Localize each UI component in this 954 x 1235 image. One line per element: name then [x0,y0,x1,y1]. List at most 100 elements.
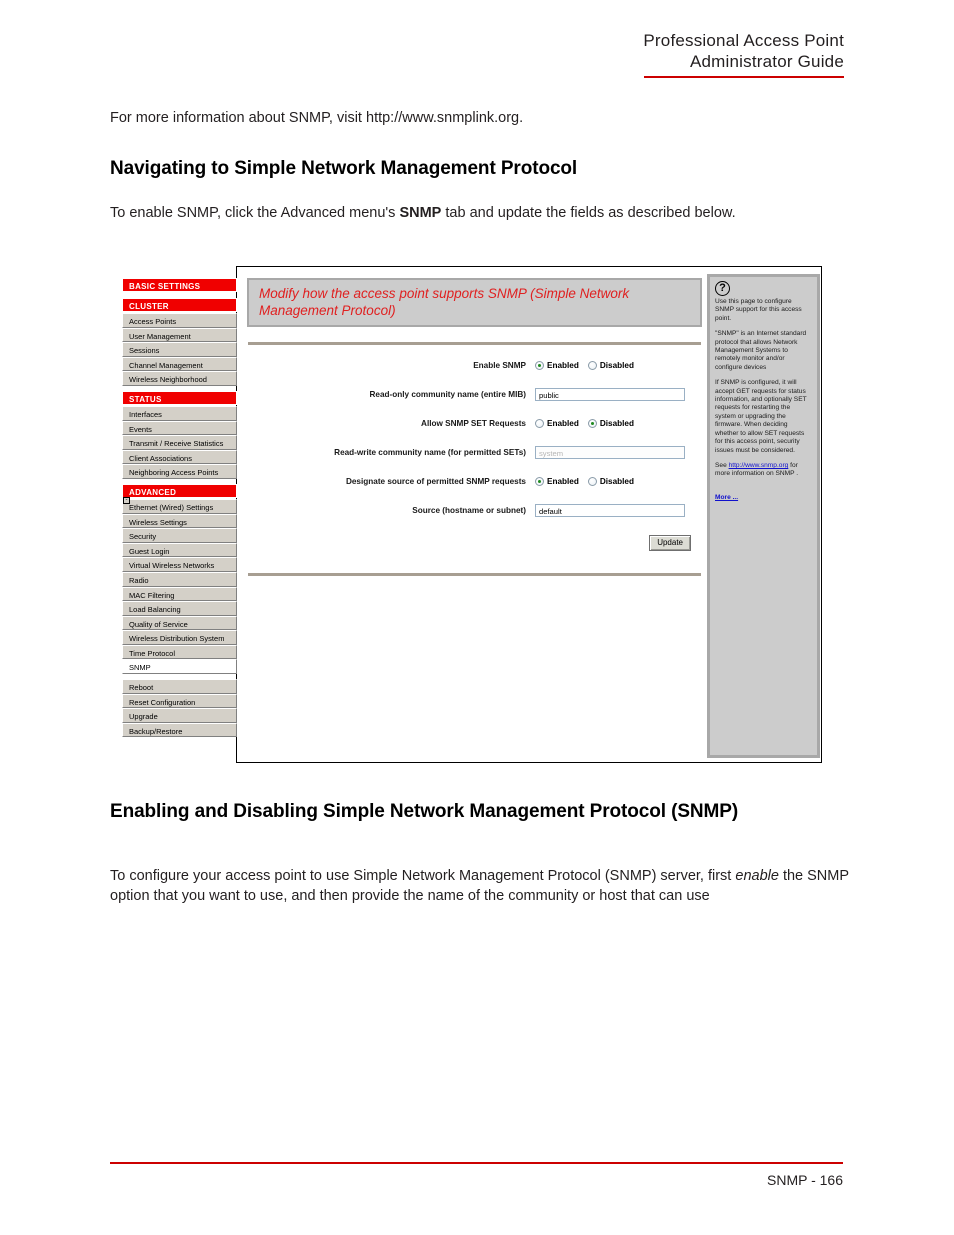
sidebar-item-guest-login[interactable]: Guest Login [122,542,237,558]
label-read-only-community-name: Read-only community name (entire MIB) [369,390,527,399]
sidebar-item-radio[interactable]: Radio [122,571,237,587]
radio-enable-snmp-disabled[interactable]: Disabled [587,361,634,370]
help-see-prefix: See [715,461,729,469]
control-read-only-community [535,388,685,401]
app-help-panel: ? Use this page to configure SNMP suppor… [707,274,820,758]
radio-icon-off[interactable] [587,477,597,486]
source-hostname-input[interactable] [535,504,685,517]
help-paragraph-2: "SNMP" is an Internet standard protocol … [715,330,807,371]
radio-label: Enabled [547,477,579,486]
footer-page-label: SNMP - 166 [767,1172,843,1188]
lower-italic-enable: enable [735,868,779,884]
sidebar-item-wireless-neighborhood[interactable]: Wireless Neighborhood [122,371,237,386]
form-row-read-write-community: Read-write community name (for permitted… [243,438,706,467]
help-see-also: See http://www.snmp.org for more informa… [715,462,812,479]
label-allow-snmp-set-requests: Allow SNMP SET Requests [421,419,526,428]
form-row-enable-snmp: Enable SNMP Enabled Disabled [243,351,706,380]
radio-icon-off[interactable] [535,419,544,428]
sidebar-advanced-wrap: ADVANCED - [122,483,237,504]
lower-paragraph: To configure your access point to use Si… [110,866,850,906]
control-enable-snmp: Enabled Disabled [535,361,643,370]
sidebar-item-interfaces[interactable]: Interfaces [122,405,237,421]
heading-enabling-disabling: Enabling and Disabling Simple Network Ma… [110,801,739,822]
sidebar-item-wireless-settings[interactable]: Wireless Settings [122,513,237,529]
radio-icon-on[interactable] [535,361,544,370]
sidebar-item-security[interactable]: Security [122,528,237,543]
sidebar-item-snmp[interactable]: SNMP [122,659,237,675]
sidebar-item-access-points[interactable]: Access Points [122,313,237,328]
sidebar-section-cluster[interactable]: CLUSTER [122,298,237,312]
panel-title: Modify how the access point supports SNM… [247,278,702,327]
form-row-designate-source: Designate source of permitted SNMP reque… [243,467,706,496]
footer-rule [110,1162,843,1164]
instruction-pre: To enable SNMP, click the Advanced menu'… [110,205,400,221]
intro-prefix: For more information about SNMP, visit [110,110,366,126]
sidebar-item-quality-of-service[interactable]: Quality of Service [122,615,237,631]
instruction-post: tab and update the fields as described b… [441,205,736,221]
form-row-source: Source (hostname or subnet) [243,496,706,525]
intro-paragraph: For more information about SNMP, visit h… [110,108,850,128]
guide-title-line2: Administrator Guide [689,52,844,71]
header-rule [644,76,844,78]
sidebar-section-status[interactable]: STATUS [122,390,237,405]
radio-designate-source-disabled[interactable]: Disabled [587,477,634,486]
label-source-hostname-or-subnet: Source (hostname or subnet) [412,506,526,515]
label-enable-snmp: Enable SNMP [473,361,526,370]
sidebar-item-backup-restore[interactable]: Backup/Restore [122,722,237,738]
form-row-read-only-community: Read-only community name (entire MIB) [243,380,706,409]
help-paragraph-1: Use this page to configure SNMP support … [715,298,802,322]
snmp-org-link[interactable]: http://www.snmp.org [729,462,789,469]
radio-designate-source-enabled[interactable]: Enabled [535,477,579,486]
radio-label: Enabled [547,361,579,370]
sidebar-item-events[interactable]: Events [122,420,237,436]
radio-icon-off[interactable] [587,361,597,370]
sidebar-item-channel-management[interactable]: Channel Management [122,356,237,372]
control-designate-source: Enabled Disabled [535,477,643,486]
sidebar-item-load-balancing[interactable]: Load Balancing [122,601,237,616]
sidebar-item-transmit-receive-statistics[interactable]: Transmit / Receive Statistics [122,435,237,450]
sidebar-section-advanced[interactable]: ADVANCED [122,483,237,498]
sidebar-item-neighboring-access-points[interactable]: Neighboring Access Points [122,464,237,479]
control-allow-set-requests: Enabled Disabled [535,419,643,428]
instruction-snmp-tab: SNMP [399,205,442,221]
sidebar-item-reboot[interactable]: Reboot [122,679,237,694]
sidebar-item-sessions[interactable]: Sessions [122,342,237,357]
sidebar-item-upgrade[interactable]: Upgrade [122,708,237,723]
lower-pre: To configure your access point to use Si… [110,868,736,884]
radio-icon-on[interactable] [587,419,597,428]
sidebar-item-virtual-wireless-networks[interactable]: Virtual Wireless Networks [122,557,237,572]
read-only-community-name-input[interactable] [535,388,685,401]
heading-navigating: Navigating to Simple Network Management … [110,158,578,179]
collapse-expander-icon[interactable]: - [123,496,130,504]
radio-label: Disabled [599,361,634,370]
radio-icon-on[interactable] [535,477,544,486]
sidebar-section-basic-settings[interactable]: BASIC SETTINGS [122,278,237,292]
help-question-icon: ? [715,281,730,296]
control-read-write-community [535,446,685,459]
radio-label: Enabled [547,419,579,428]
snmplink-url[interactable]: http://www.snmplink.org [366,110,519,126]
sidebar-item-time-protocol[interactable]: Time Protocol [122,644,237,660]
enable-snmp-instruction: To enable SNMP, click the Advanced menu'… [110,203,850,223]
intro-suffix: . [519,110,524,126]
help-paragraph-3: If SNMP is configured, it will accept GE… [715,379,807,454]
guide-title-line1: Professional Access Point [643,31,844,50]
help-more-link[interactable]: More ... [715,494,738,501]
panel-divider-bottom [248,573,701,576]
radio-enable-snmp-enabled[interactable]: Enabled [535,361,579,370]
radio-label: Disabled [599,477,634,486]
radio-allow-set-disabled[interactable]: Disabled [587,419,634,428]
read-write-community-name-input[interactable] [535,446,685,459]
sidebar-item-user-management[interactable]: User Management [122,327,237,343]
radio-allow-set-enabled[interactable]: Enabled [535,419,579,428]
sidebar-item-reset-configuration[interactable]: Reset Configuration [122,693,237,709]
sidebar-item-mac-filtering[interactable]: MAC Filtering [122,586,237,602]
snmp-form: Enable SNMP Enabled Disabled Read-only c… [243,345,706,551]
sidebar-item-client-associations[interactable]: Client Associations [122,449,237,465]
update-button[interactable]: Update [649,535,691,551]
app-screenshot-figure: BASIC SETTINGS CLUSTER Access Points Use… [122,266,822,766]
control-source [535,504,685,517]
page-header: Professional Access Point Administrator … [444,30,844,78]
sidebar-item-ethernet-wired-settings[interactable]: Ethernet (Wired) Settings [122,498,237,514]
sidebar-item-wireless-distribution-system[interactable]: Wireless Distribution System [122,630,237,645]
